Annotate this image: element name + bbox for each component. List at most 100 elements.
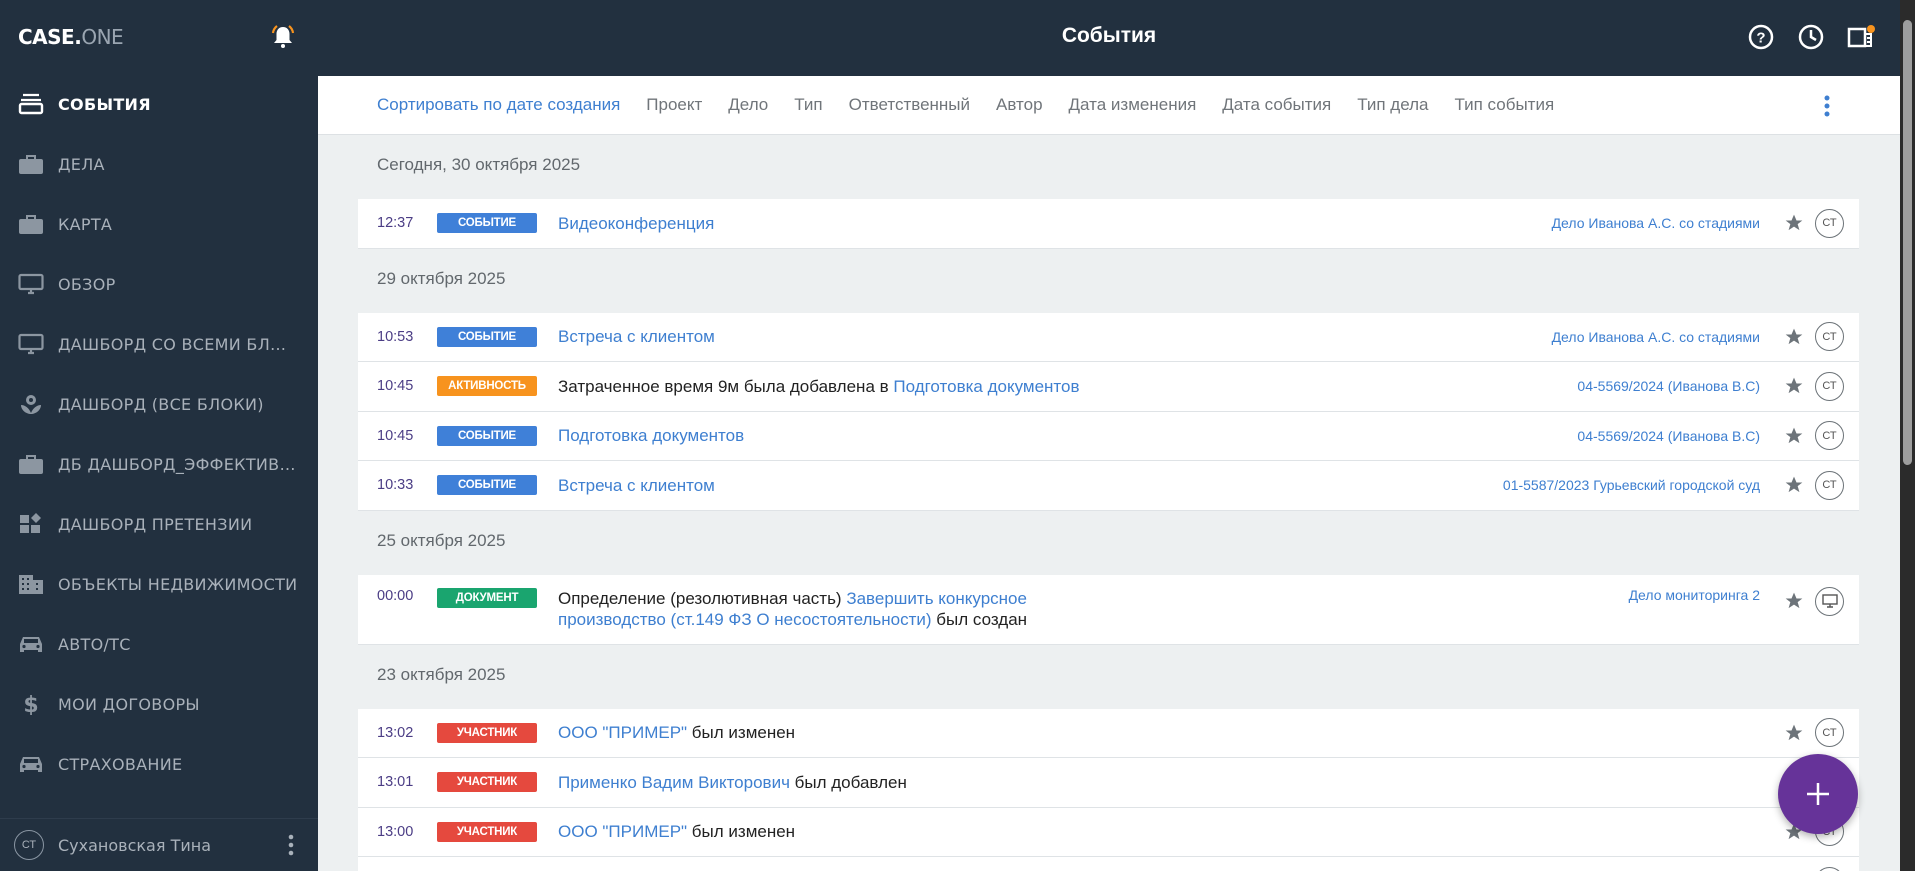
filter-8[interactable]: Дата события xyxy=(1222,95,1331,115)
star-icon[interactable] xyxy=(1784,327,1804,347)
author-avatar[interactable]: СТ xyxy=(1815,421,1844,451)
sidebar-item-8[interactable]: ДАШБОРД ПРЕТЕНЗИИ xyxy=(0,496,318,552)
event-description: Определение (резолютивная часть) Заверши… xyxy=(558,588,1118,630)
event-type-badge: СОБЫТИЕ xyxy=(437,326,537,347)
sidebar-item-12[interactable]: СТРАХОВАНИЕ xyxy=(0,736,318,792)
sidebar-item-label: ОБЗОР xyxy=(58,274,116,294)
event-text: Определение (резолютивная часть) xyxy=(558,588,847,608)
filter-5[interactable]: Ответственный xyxy=(849,95,970,115)
event-group: 13:02 УЧАСТНИК ООО "ПРИМЕР" был изменен СТ 1… xyxy=(358,708,1859,871)
event-group: 10:53 СОБЫТИЕ Встреча с клиентом Дело Ивано… xyxy=(358,312,1859,511)
help-icon[interactable]: ? xyxy=(1746,22,1776,52)
filter-9[interactable]: Тип дела xyxy=(1357,95,1428,115)
event-link[interactable]: ООО "ПРИМЕР" xyxy=(558,723,687,742)
logo-main: CASE. xyxy=(18,25,82,49)
add-event-button[interactable] xyxy=(1778,754,1858,834)
author-avatar[interactable]: СТ xyxy=(1815,371,1844,401)
scrollbar-thumb[interactable] xyxy=(1903,20,1912,465)
filter-1[interactable]: Сортировать по дате создания xyxy=(377,95,620,115)
star-icon[interactable] xyxy=(1784,591,1804,611)
event-row[interactable]: 10:33 СОБЫТИЕ Встреча с клиентом 01-5587/20… xyxy=(358,461,1859,511)
event-link[interactable]: Встреча с клиентом xyxy=(558,327,715,346)
notification-bell-icon[interactable] xyxy=(268,22,298,52)
user-avatar: СТ xyxy=(14,830,44,860)
case-link[interactable]: Дело Иванова А.С. со стадиями xyxy=(1552,215,1760,231)
event-type-badge: ДОКУМЕНТ xyxy=(437,587,537,608)
sidebar-item-3[interactable]: КАРТА xyxy=(0,196,318,252)
event-link[interactable]: Подготовка документов xyxy=(893,377,1079,396)
event-text: был создан xyxy=(931,609,1028,629)
sidebar-item-label: СОБЫТИЯ xyxy=(58,94,151,114)
sidebar-item-2[interactable]: ДЕЛА xyxy=(0,136,318,192)
logo[interactable]: CASE.ONE xyxy=(18,25,124,49)
event-row[interactable]: 10:45 АКТИВНОСТЬ Затраченное время 9м была… xyxy=(358,362,1859,412)
author-avatar[interactable]: СТ xyxy=(1815,718,1844,748)
star-icon[interactable] xyxy=(1784,376,1804,396)
author-avatar[interactable]: СТ xyxy=(1815,208,1844,238)
star-icon[interactable] xyxy=(1784,723,1804,743)
star-icon[interactable] xyxy=(1784,475,1804,495)
event-row[interactable]: 13:00УЧАСТНИКООО "ПРИМЕР" был измененСТ xyxy=(358,857,1859,871)
event-time: 13:01 xyxy=(377,774,414,791)
case-link[interactable]: Дело мониторинга 2 xyxy=(1629,587,1760,603)
event-row[interactable]: 13:00УЧАСТНИКООО "ПРИМЕР" был измененСТ xyxy=(358,808,1859,857)
event-row[interactable]: 13:02 УЧАСТНИК ООО "ПРИМЕР" был изменен СТ xyxy=(358,709,1859,758)
author-avatar[interactable]: СТ xyxy=(1815,322,1844,352)
flower-icon xyxy=(18,393,44,415)
sidebar-item-9[interactable]: ОБЪЕКТЫ НЕДВИЖИМОСТИ xyxy=(0,556,318,612)
page-scrollbar[interactable] xyxy=(1900,0,1915,871)
event-description: ООО "ПРИМЕР" был изменен xyxy=(558,821,795,842)
panel-toggle-icon[interactable] xyxy=(1846,22,1876,52)
sidebar-item-7[interactable]: ДБ ДАШБОРД_ЭФФЕКТИВНО... xyxy=(0,436,318,492)
sort-filter-bar: Сортировать по дате создания Проект Дело Ти… xyxy=(318,76,1900,135)
car-icon xyxy=(18,753,44,775)
events-icon xyxy=(18,93,44,115)
event-link[interactable]: Видеоконференция xyxy=(558,214,714,233)
case-link[interactable]: 04-5569/2024 (Иванова В.С) xyxy=(1577,378,1760,394)
event-link[interactable]: ООО "ПРИМЕР" xyxy=(558,822,687,841)
event-group: 00:00 ДОКУМЕНТ Определение (резолютивная ч… xyxy=(358,574,1859,645)
filter-7[interactable]: Дата изменения xyxy=(1069,95,1197,115)
star-icon[interactable] xyxy=(1784,213,1804,233)
building-icon xyxy=(18,573,44,595)
event-description: Затраченное время 9м была добавлена в По… xyxy=(558,376,1080,397)
filter-10[interactable]: Тип события xyxy=(1455,95,1555,115)
event-link[interactable]: Встреча с клиентом xyxy=(558,476,715,495)
sidebar-item-11[interactable]: $ МОИ ДОГОВОРЫ xyxy=(0,676,318,732)
user-profile[interactable]: СТ Сухановская Тина xyxy=(0,818,318,871)
event-row[interactable]: 10:53 СОБЫТИЕ Встреча с клиентом Дело Ивано… xyxy=(358,313,1859,362)
event-description: Встреча с клиентом xyxy=(558,326,715,347)
author-avatar[interactable] xyxy=(1815,586,1844,616)
filter-4[interactable]: Тип xyxy=(794,95,822,115)
event-link[interactable]: Подготовка документов xyxy=(558,426,744,445)
event-time: 12:37 xyxy=(377,215,414,232)
event-row[interactable]: 10:45 СОБЫТИЕ Подготовка документов 04-5569… xyxy=(358,412,1859,461)
event-row[interactable]: 13:01 УЧАСТНИК Применко Вадим Викторович б… xyxy=(358,758,1859,808)
sidebar-item-6[interactable]: ДАШБОРД (ВСЕ БЛОКИ) xyxy=(0,376,318,432)
sidebar-item-label: ДЕЛА xyxy=(58,154,105,174)
history-clock-icon[interactable] xyxy=(1796,22,1826,52)
event-row[interactable]: 00:00 ДОКУМЕНТ Определение (резолютивная ч… xyxy=(358,575,1859,645)
more-options-kebab-icon[interactable] xyxy=(1823,94,1831,118)
event-description: Применко Вадим Викторович был добавлен xyxy=(558,772,907,793)
author-avatar[interactable]: СТ xyxy=(1815,470,1844,500)
sidebar-item-10[interactable]: АВТО/ТС xyxy=(0,616,318,672)
case-link[interactable]: 04-5569/2024 (Иванова В.С) xyxy=(1577,428,1760,444)
case-link[interactable]: Дело Иванова А.С. со стадиями xyxy=(1552,329,1760,345)
sidebar-item-1[interactable]: СОБЫТИЯ xyxy=(0,76,318,132)
filter-2[interactable]: Проект xyxy=(646,95,702,115)
event-row[interactable]: 12:37 СОБЫТИЕ Видеоконференция Дело Иванова… xyxy=(358,199,1859,249)
case-link[interactable]: 01-5587/2023 Гурьевский городской суд xyxy=(1503,477,1760,493)
top-bar: События ? xyxy=(318,0,1900,76)
sidebar-item-5[interactable]: ДАШБОРД СО ВСЕМИ БЛОКА... xyxy=(0,316,318,372)
user-menu-kebab-icon[interactable] xyxy=(288,834,294,856)
event-time: 10:53 xyxy=(377,328,414,345)
author-avatar[interactable]: СТ xyxy=(1815,866,1844,871)
event-link[interactable]: Применко Вадим Викторович xyxy=(558,773,790,792)
star-icon[interactable] xyxy=(1784,426,1804,446)
sidebar-item-label: ДАШБОРД ПРЕТЕНЗИИ xyxy=(58,514,253,534)
filter-3[interactable]: Дело xyxy=(728,95,768,115)
sidebar-item-4[interactable]: ОБЗОР xyxy=(0,256,318,312)
filter-6[interactable]: Автор xyxy=(996,95,1043,115)
event-time: 00:00 xyxy=(377,587,414,604)
